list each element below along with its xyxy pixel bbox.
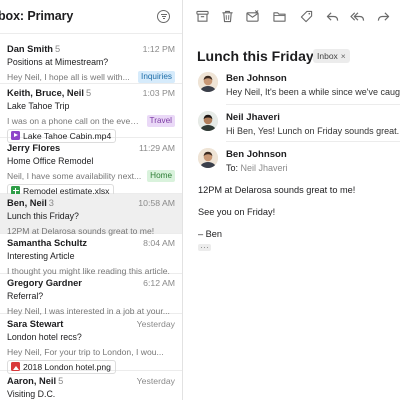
message-signature: – Ben [198, 229, 223, 239]
message-time: 6:12 AM [143, 278, 175, 288]
list-item[interactable]: Aaron, Neil 5 Yesterday Visiting D.C. [0, 371, 182, 400]
message-view-pane: Lunch this Friday? Inbox × Ben Johnson He… [184, 0, 400, 400]
message-preview: I was on a phone call on the eveni... [7, 115, 144, 126]
thread-message[interactable]: Neil Jhaveri Hi Ben, Yes! Lunch on Frida… [184, 111, 400, 151]
thread-message[interactable]: Ben Johnson Hey Neil, It's been a while … [184, 72, 400, 112]
sender-name: Samantha Schultz [7, 238, 88, 248]
message-preview: Hey Neil, I hope all is well with... [7, 71, 130, 82]
message-body-line: 12PM at Delarosa sounds great to me! [198, 185, 356, 195]
message-subject: Interesting Article [7, 251, 75, 261]
remove-label-icon[interactable]: × [341, 51, 346, 61]
label-tag[interactable]: Travel [146, 114, 175, 127]
sender-name: Gregory Gardner [7, 278, 82, 288]
label-tag[interactable]: Home [147, 169, 175, 182]
list-item[interactable]: Keith, Bruce, Neil 5 1:03 PM Lake Tahoe T… [0, 84, 182, 143]
tag-icon[interactable] [300, 10, 313, 23]
list-item[interactable]: Jerry Flores 11:29 AM Home Office Remode… [0, 138, 182, 198]
trash-icon[interactable] [221, 10, 234, 23]
message-time: 10:58 AM [138, 198, 175, 208]
message-time: 1:03 PM [142, 88, 175, 98]
divider [226, 141, 400, 142]
sender-name: Keith, Bruce, Neil 5 [7, 88, 92, 98]
message-time: 1:12 PM [142, 44, 175, 54]
message-time: Yesterday [136, 319, 175, 329]
mailbox-title: box: Primary [0, 9, 74, 23]
junk-icon[interactable] [246, 10, 259, 23]
divider [226, 104, 400, 105]
message-time: Yesterday [136, 376, 175, 386]
recipient-name: Neil Jhaveri [240, 163, 288, 173]
sender-name: Ben Johnson [226, 149, 287, 160]
message-snippet: Hey Neil, It's been a while since we've … [226, 87, 400, 97]
message-subject: Home Office Remodel [7, 156, 94, 166]
message-subject: Positions at Mimestream? [7, 57, 109, 67]
sender-name: Jerry Flores [7, 143, 61, 153]
message-preview: Hey Neil, For your trip to London, I wou… [7, 346, 164, 357]
to-label: To: [226, 163, 239, 173]
inbox-label-chip[interactable]: Inbox × [313, 49, 350, 63]
sender-name: Ben Johnson [226, 73, 287, 84]
list-item-selected[interactable]: Ben, Neil 3 10:58 AM Lunch this Friday? 1… [0, 194, 182, 236]
recipient-line: To: Neil Jhaveri [226, 163, 400, 173]
reply-all-icon[interactable] [350, 10, 365, 23]
message-list-pane: box: Primary Dan Smith 5 1:12 PM Position… [0, 0, 183, 400]
avatar [198, 111, 218, 131]
forward-icon[interactable] [377, 10, 390, 23]
list-item[interactable]: Sara Stewart Yesterday London hotel recs… [0, 314, 182, 374]
image-icon [11, 362, 20, 371]
reply-icon[interactable] [326, 10, 339, 23]
sender-name: Dan Smith 5 [7, 44, 61, 54]
list-item[interactable]: Dan Smith 5 1:12 PM Positions at Mimestre… [0, 34, 182, 84]
message-subject: Lunch this Friday? [7, 211, 79, 221]
message-time: 8:04 AM [143, 238, 175, 248]
list-item[interactable]: Gregory Gardner 6:12 AM Referral? Hey Ne… [0, 274, 182, 316]
avatar [198, 72, 218, 92]
sender-name: Sara Stewart [7, 319, 64, 329]
message-list-header: box: Primary [0, 0, 182, 34]
label-tag[interactable]: Inquiries [138, 70, 175, 83]
message-subject: London hotel recs? [7, 332, 82, 342]
label-text: Inbox [317, 51, 338, 61]
message-time: 11:29 AM [138, 143, 175, 153]
message-subject: Visiting D.C. [7, 389, 56, 399]
message-preview: Neil, I have some availability next... [7, 170, 142, 181]
message-body-line: See you on Friday! [198, 207, 276, 217]
filter-icon[interactable] [157, 10, 170, 23]
avatar [198, 148, 218, 168]
message-snippet: Hi Ben, Yes! Lunch on Friday sounds grea… [226, 126, 400, 136]
sender-name: Neil Jhaveri [226, 112, 280, 123]
show-trimmed-content-button[interactable] [198, 244, 211, 251]
list-item[interactable]: Samantha Schultz 8:04 AM Interesting Art… [0, 234, 182, 276]
message-subject: Lake Tahoe Trip [7, 101, 70, 111]
folder-icon[interactable] [273, 10, 286, 23]
sender-name: Ben, Neil 3 [7, 198, 54, 208]
thread-message-expanded[interactable]: Ben Johnson To: Neil Jhaveri [184, 148, 400, 188]
thread-title: Lunch this Friday? [197, 48, 323, 64]
sender-name: Aaron, Neil 5 [7, 376, 64, 386]
toolbar [184, 0, 400, 34]
archive-icon[interactable] [196, 10, 209, 23]
attachment-name: 2018 London hotel.png [23, 361, 111, 372]
message-subject: Referral? [7, 291, 44, 301]
